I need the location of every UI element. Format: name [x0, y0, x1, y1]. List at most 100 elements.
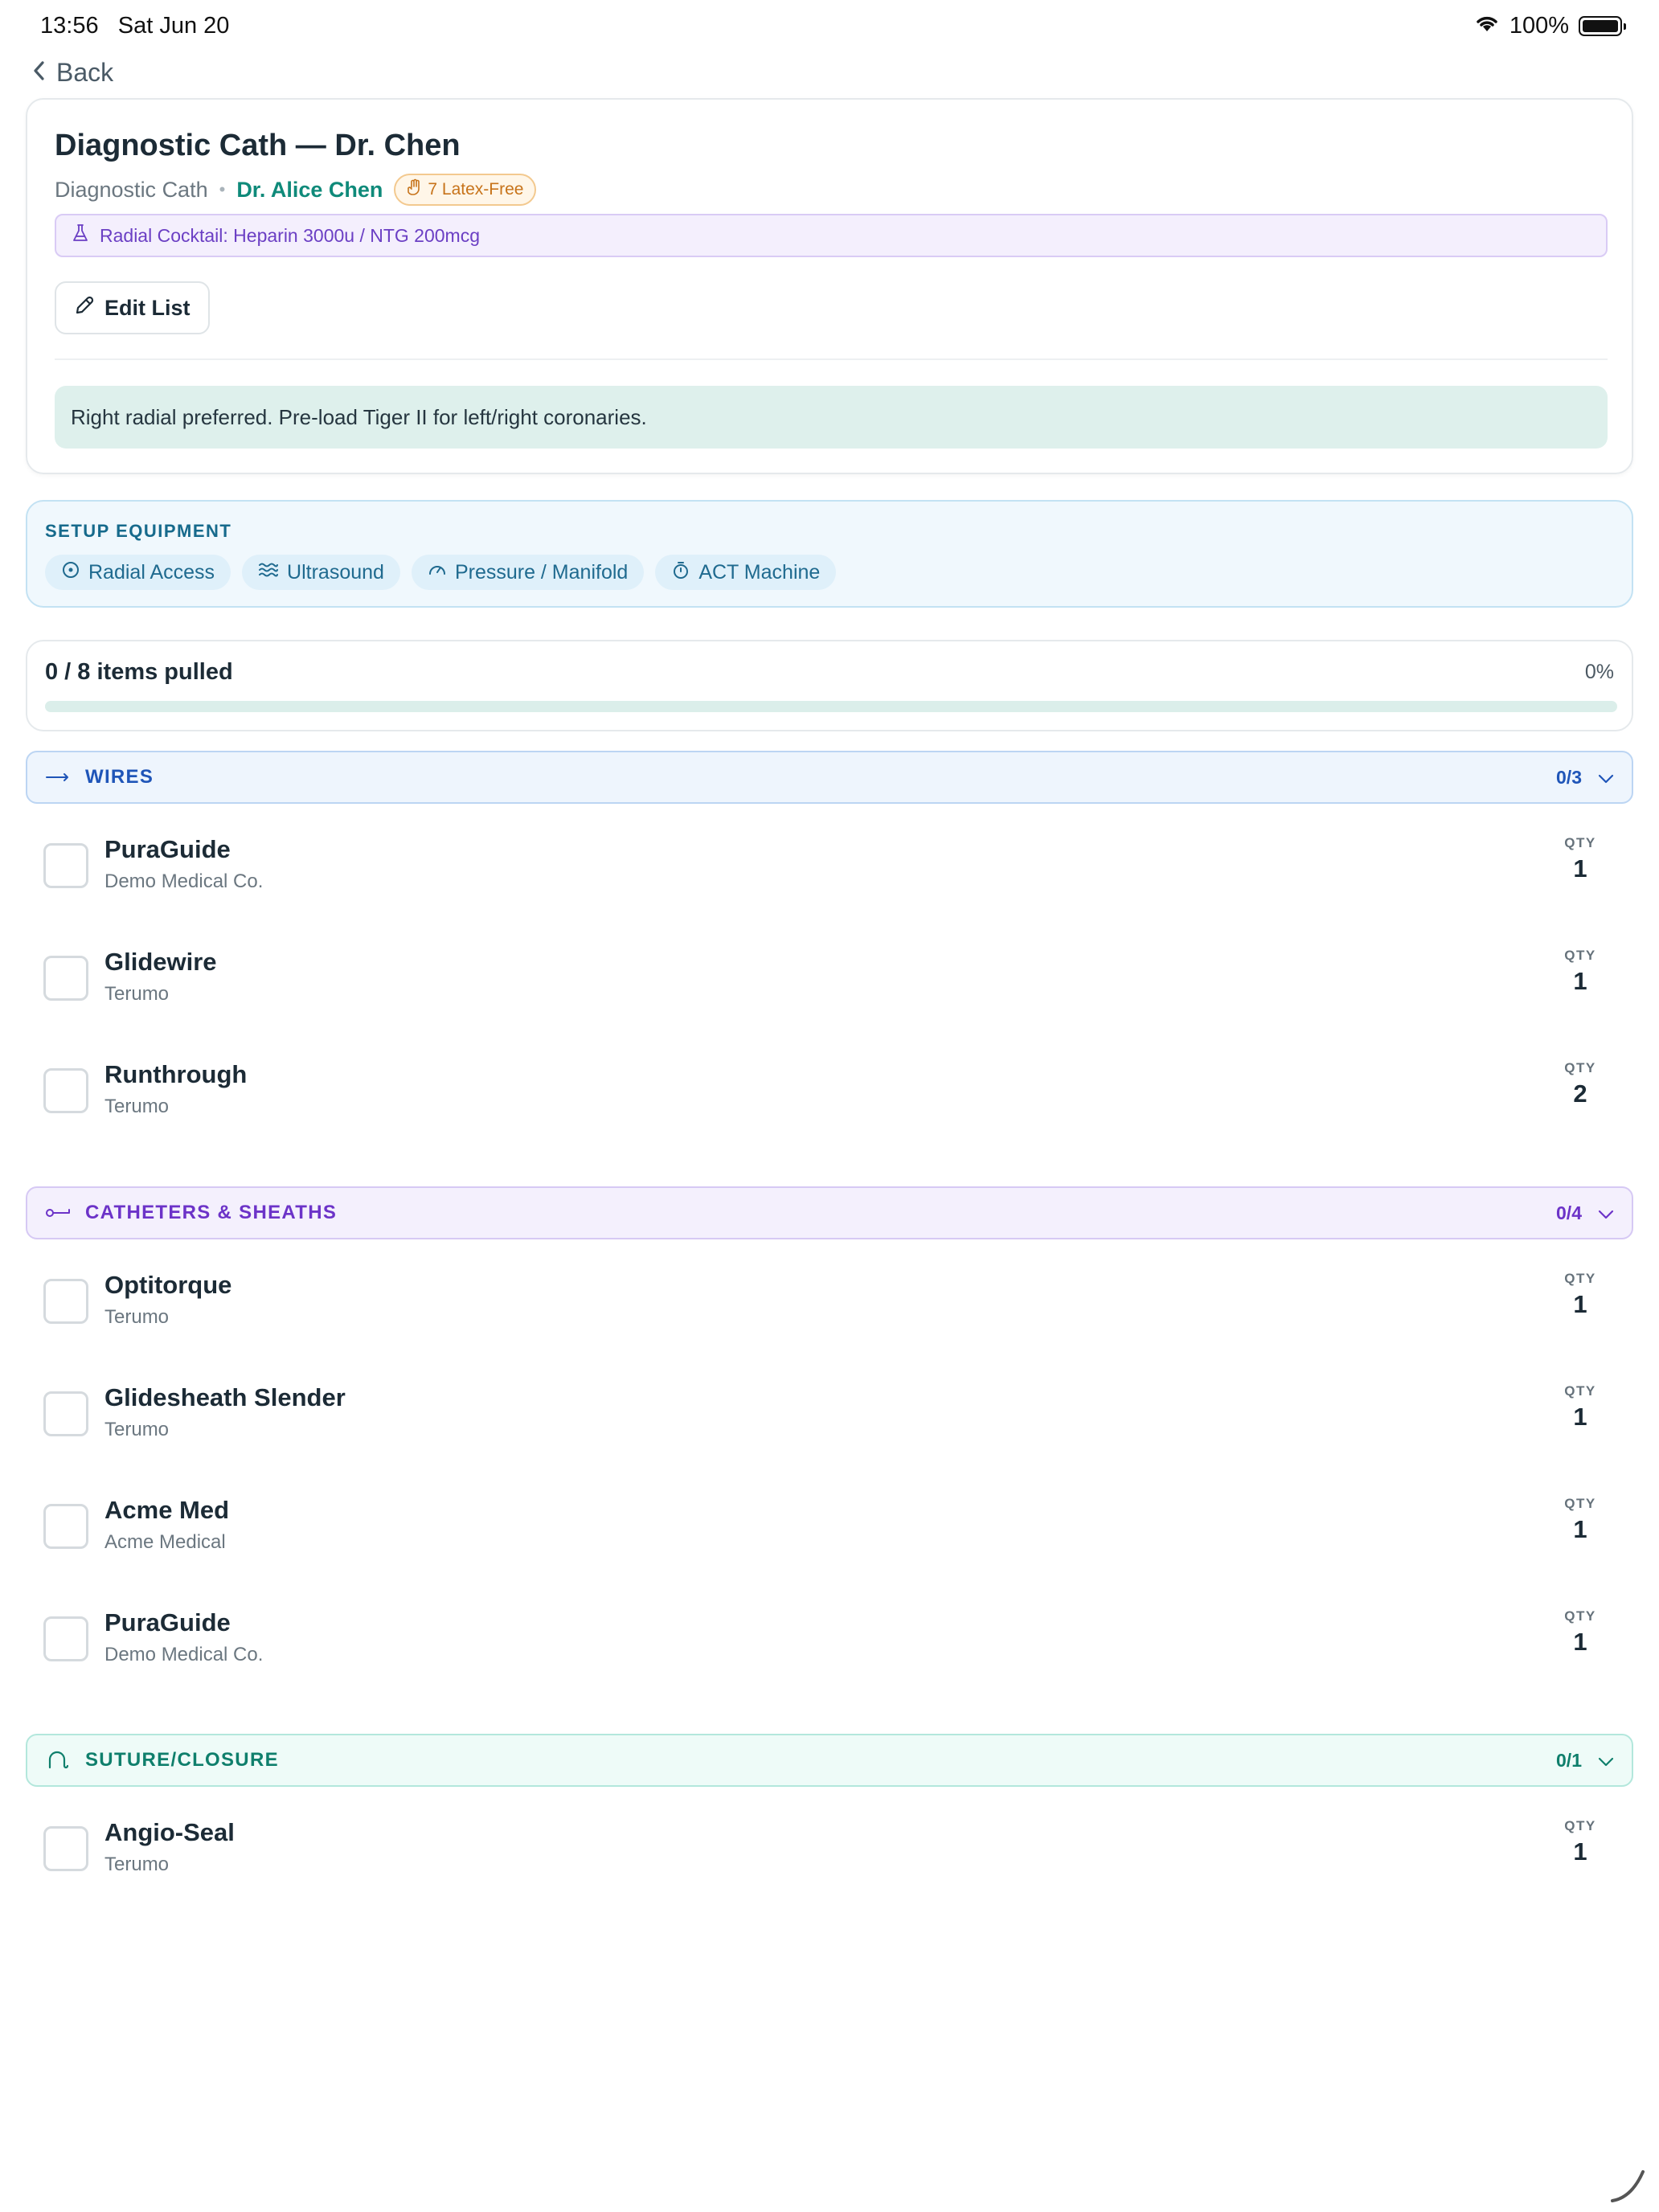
item-manufacturer: Terumo: [104, 1854, 170, 1875]
section-header-suture-closure[interactable]: SUTURE/CLOSURE 0/1: [26, 1734, 1633, 1787]
latex-badge-label: 7 Latex-Free: [428, 180, 524, 199]
qty-label: QTY: [1564, 1383, 1596, 1399]
page-title: Diagnostic Cath — Dr. Chen: [55, 129, 461, 162]
chip-ultrasound[interactable]: Ultrasound: [242, 555, 400, 590]
item-qty: QTY 1: [1556, 1608, 1604, 1657]
list-item: Glidewire Terumo QTY 1: [26, 935, 1633, 1031]
item-manufacturer: Acme Medical: [104, 1531, 226, 1553]
status-bar: 13:56 Sat Jun 20 100%: [0, 0, 1659, 51]
item-name: Runthrough: [104, 1060, 248, 1088]
section-counter: 0/1: [1556, 1750, 1614, 1772]
waves-icon: [258, 561, 279, 584]
meta-separator: •: [219, 179, 226, 199]
item-manufacturer: Demo Medical Co.: [104, 1644, 264, 1665]
qty-value: 1: [1573, 1290, 1587, 1318]
header-divider: [55, 358, 1608, 360]
qty-value: 1: [1573, 967, 1587, 995]
item-qty: QTY 1: [1556, 1383, 1604, 1432]
qty-label: QTY: [1564, 948, 1596, 963]
back-label: Back: [56, 58, 114, 87]
home-indicator[interactable]: [1608, 2165, 1648, 2206]
gauge-icon: [428, 560, 447, 585]
wire-icon: [45, 768, 72, 787]
qty-value: 1: [1573, 1628, 1587, 1656]
battery-percent: 100%: [1509, 13, 1569, 39]
pencil-icon: [74, 295, 95, 322]
item-name: Angio-Seal: [104, 1818, 235, 1846]
list-item: Angio-Seal Terumo QTY 1: [26, 1805, 1633, 1902]
equipment-chips: Radial Access Ultrasound Pressure / Mani…: [45, 555, 837, 590]
physician-name[interactable]: Dr. Alice Chen: [236, 178, 383, 203]
chevron-down-icon: [1598, 1202, 1614, 1224]
status-time: 13:56 Sat Jun 20: [40, 13, 229, 39]
battery-icon: [1579, 16, 1626, 36]
list-item: PuraGuide Demo Medical Co. QTY 1: [26, 1596, 1633, 1692]
section-counter: 0/3: [1556, 767, 1614, 789]
chip-radial-access[interactable]: Radial Access: [45, 555, 231, 590]
suture-icon: [45, 1751, 72, 1770]
list-item: Runthrough Terumo QTY 2: [26, 1047, 1633, 1144]
qty-value: 1: [1573, 854, 1587, 883]
item-manufacturer: Terumo: [104, 1419, 170, 1440]
setup-equipment-label: SETUP EQUIPMENT: [45, 521, 232, 541]
hand-icon: [407, 178, 423, 201]
catheter-icon: [45, 1203, 72, 1223]
item-manufacturer: Terumo: [104, 1306, 170, 1328]
item-checkbox[interactable]: [43, 956, 88, 1001]
qty-label: QTY: [1564, 1818, 1596, 1833]
item-name: PuraGuide: [104, 835, 231, 863]
item-manufacturer: Terumo: [104, 1096, 170, 1117]
section-count: 0/4: [1556, 1202, 1582, 1223]
status-clock: 13:56: [40, 13, 99, 39]
wifi-icon: [1474, 13, 1500, 39]
section-counter: 0/4: [1556, 1202, 1614, 1224]
chevron-down-icon: [1598, 767, 1614, 789]
qty-value: 1: [1573, 1515, 1587, 1543]
status-right: 100%: [1474, 13, 1626, 39]
procedure-type: Diagnostic Cath: [55, 177, 208, 202]
radial-cocktail-banner: Radial Cocktail: Heparin 3000u / NTG 200…: [55, 214, 1608, 257]
qty-value: 1: [1573, 1837, 1587, 1866]
progress-text: 0 / 8 items pulled: [45, 659, 233, 685]
flask-icon: [72, 223, 88, 248]
section-count: 0/3: [1556, 766, 1582, 788]
item-checkbox[interactable]: [43, 1826, 88, 1871]
item-checkbox[interactable]: [43, 1068, 88, 1113]
cocktail-text: Radial Cocktail: Heparin 3000u / NTG 200…: [100, 224, 481, 246]
item-name: Acme Med: [104, 1496, 230, 1524]
pull-progress-card: 0 / 8 items pulled 0%: [26, 640, 1633, 731]
item-qty: QTY 1: [1556, 948, 1604, 996]
qty-label: QTY: [1564, 835, 1596, 850]
chip-pressure-manifold[interactable]: Pressure / Manifold: [411, 555, 645, 590]
qty-label: QTY: [1564, 1271, 1596, 1286]
item-checkbox[interactable]: [43, 1391, 88, 1436]
item-qty: QTY 1: [1556, 1818, 1604, 1866]
progress-bar: [45, 701, 1617, 712]
section-header-wires[interactable]: WIRES 0/3: [26, 751, 1633, 804]
item-name: Glidewire: [104, 948, 217, 976]
item-checkbox[interactable]: [43, 1504, 88, 1549]
edit-list-button[interactable]: Edit List: [55, 281, 210, 334]
list-item: Glidesheath Slender Terumo QTY 1: [26, 1370, 1633, 1467]
item-checkbox[interactable]: [43, 1616, 88, 1661]
item-checkbox[interactable]: [43, 1279, 88, 1324]
item-qty: QTY 1: [1556, 1271, 1604, 1319]
latex-free-badge: 7 Latex-Free: [394, 174, 537, 206]
item-manufacturer: Demo Medical Co.: [104, 870, 264, 892]
qty-label: QTY: [1564, 1496, 1596, 1511]
item-name: Glidesheath Slender: [104, 1383, 346, 1411]
chip-act-machine[interactable]: ACT Machine: [655, 555, 837, 590]
chevron-down-icon: [1598, 1750, 1614, 1772]
timer-icon: [671, 560, 690, 585]
qty-label: QTY: [1564, 1060, 1596, 1075]
qty-label: QTY: [1564, 1608, 1596, 1624]
section-count: 0/1: [1556, 1749, 1582, 1771]
item-checkbox[interactable]: [43, 843, 88, 888]
back-button[interactable]: Back: [32, 58, 113, 88]
list-item: PuraGuide Demo Medical Co. QTY 1: [26, 822, 1633, 919]
procedure-header-card: Diagnostic Cath — Dr. Chen Diagnostic Ca…: [26, 98, 1633, 474]
section-header-catheters-sheaths[interactable]: CATHETERS & SHEATHS 0/4: [26, 1186, 1633, 1239]
edit-list-label: Edit List: [104, 295, 190, 320]
progress-percent: 0%: [1584, 661, 1614, 683]
chevron-left-icon: [32, 58, 45, 88]
